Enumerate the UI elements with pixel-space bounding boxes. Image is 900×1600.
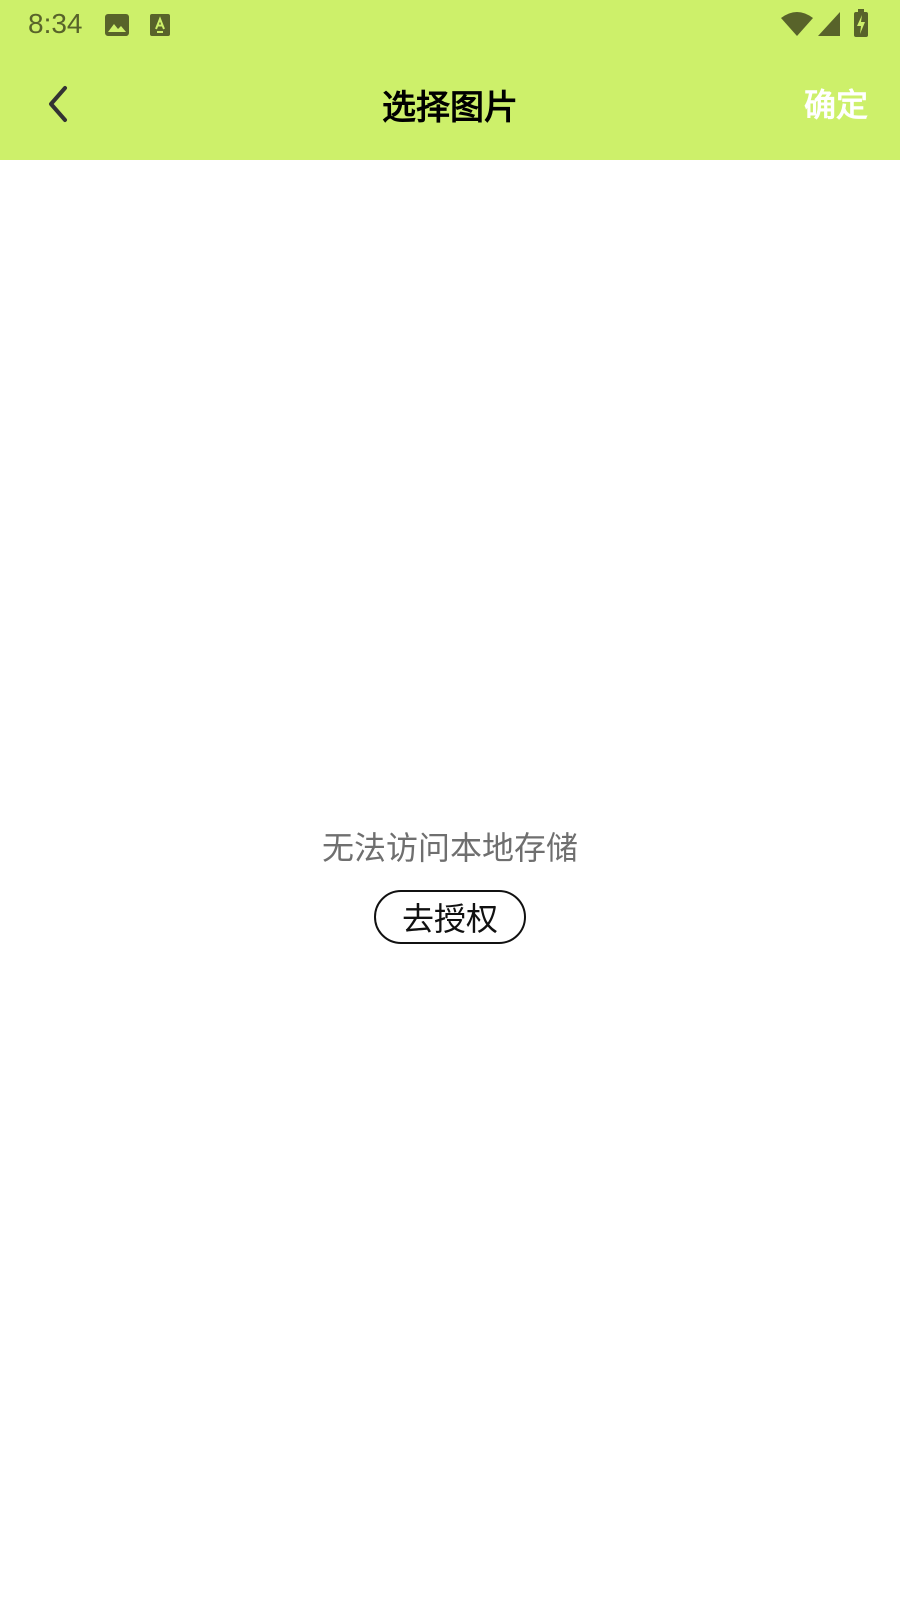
page-title: 选择图片: [382, 88, 518, 128]
font-notification-icon: [148, 12, 172, 42]
status-bar: 8:34: [0, 0, 900, 50]
image-notification-icon: [104, 12, 130, 42]
authorize-button[interactable]: 去授权: [374, 890, 526, 944]
status-time: 8:34: [28, 8, 83, 39]
signal-icon: [816, 10, 842, 42]
battery-charging-icon: [852, 8, 870, 42]
app-bar: 选择图片 确定: [0, 50, 900, 160]
storage-permission-empty-state: 无法访问本地存储 去授权: [0, 828, 900, 944]
storage-access-message: 无法访问本地存储: [321, 829, 578, 867]
confirm-button[interactable]: 确定: [804, 80, 868, 126]
image-picker-screen: 8:34 选择图片 确定 无法访问本地存储 去授权: [0, 0, 900, 1600]
wifi-icon: [780, 10, 814, 42]
